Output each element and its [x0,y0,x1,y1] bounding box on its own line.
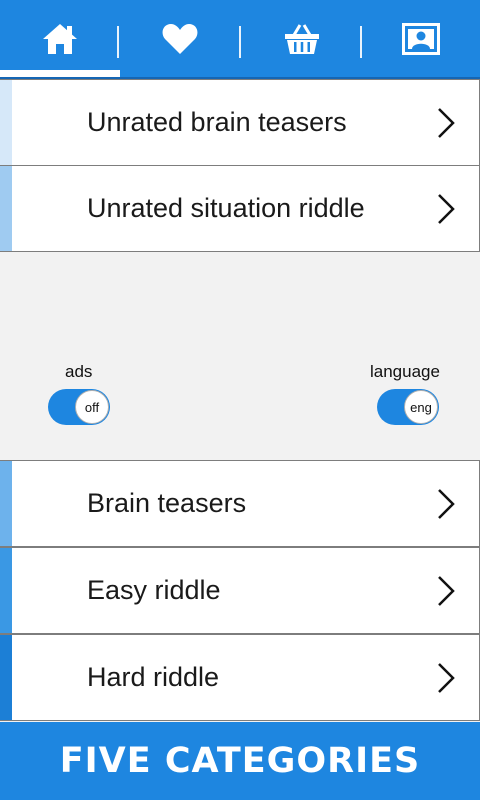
list-item-unrated-situation-riddle[interactable]: Unrated situation riddle [0,165,480,252]
ads-toggle-label: ads [65,362,93,381]
list-item-label: Brain teasers [87,488,247,518]
list-item-label: Easy riddle [87,575,221,605]
list-item-unrated-brain-teasers[interactable]: Unrated brain teasers [0,79,480,166]
chevron-right-icon [438,108,455,138]
list-item-label: Unrated brain teasers [87,107,347,137]
basket-icon [285,24,319,54]
row-stripe [0,166,12,251]
profile-icon [402,23,440,55]
language-toggle-label: language [370,362,440,381]
tab-separator [117,26,119,58]
row-stripe [0,548,12,633]
chevron-right-icon [438,194,455,224]
home-icon [43,24,77,54]
active-tab-indicator [0,70,120,77]
chevron-right-icon [438,576,455,606]
tab-separator [239,26,241,58]
footer-banner: FIVE CATEGORIES [0,722,480,800]
list-item-label: Hard riddle [87,662,220,692]
tab-profile[interactable] [362,0,480,78]
language-toggle-knob: eng [404,390,438,424]
row-stripe [0,80,12,165]
row-stripe [0,635,12,720]
tab-favorites[interactable] [120,0,240,78]
list-item-easy-riddle[interactable]: Easy riddle [0,547,480,634]
chevron-right-icon [438,663,455,693]
ads-toggle-knob: off [75,390,109,424]
list-item-label: Unrated situation riddle [87,193,365,223]
heart-icon [162,24,198,54]
row-stripe [0,461,12,546]
footer-title: FIVE CATEGORIES [59,741,421,781]
tab-home[interactable] [0,0,120,78]
list-item-hard-riddle[interactable]: Hard riddle [0,634,480,721]
ads-toggle[interactable]: off [48,389,110,425]
tab-shop[interactable] [242,0,362,78]
list-item-brain-teasers[interactable]: Brain teasers [0,460,480,547]
chevron-right-icon [438,489,455,519]
language-toggle[interactable]: eng [377,389,439,425]
top-nav-bar [0,0,480,79]
